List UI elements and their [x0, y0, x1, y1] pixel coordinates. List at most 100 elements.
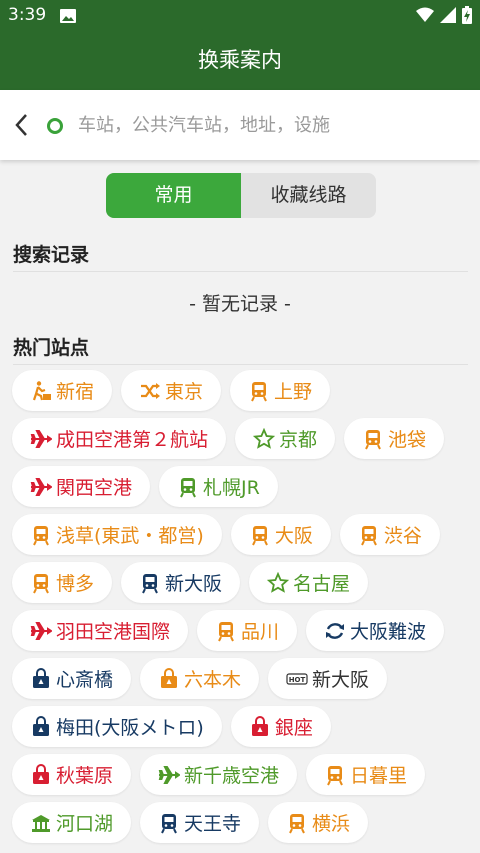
- station-chip-label: 河口湖: [56, 813, 114, 835]
- station-chip[interactable]: 銀座: [230, 706, 331, 747]
- train-icon: [358, 524, 380, 546]
- tab-common[interactable]: 常用: [106, 173, 241, 218]
- station-chip[interactable]: 成田空港第２航站: [12, 418, 227, 459]
- station-chip[interactable]: 大阪難波: [306, 610, 445, 651]
- station-chip[interactable]: 日暮里: [306, 754, 426, 795]
- tab-favorite-routes[interactable]: 收藏线路: [241, 173, 376, 218]
- station-chip-label: 大阪: [274, 525, 313, 547]
- shopping-bag-icon: [158, 667, 180, 690]
- shuffle-icon: [139, 380, 161, 402]
- station-chip-label: 渋谷: [383, 525, 422, 547]
- station-chip[interactable]: 博多: [12, 562, 113, 603]
- station-chip[interactable]: 河口湖: [12, 802, 132, 843]
- station-chip[interactable]: 浅草(東武・都営): [12, 514, 222, 555]
- image-notification-icon: [60, 8, 76, 27]
- airplane-icon: [30, 620, 52, 642]
- train-icon: [30, 524, 52, 546]
- train-icon: [362, 428, 384, 450]
- station-chip[interactable]: 池袋: [344, 418, 445, 459]
- station-chip-label: 名古屋: [293, 573, 351, 595]
- train-icon: [139, 572, 161, 594]
- station-chip[interactable]: 六本木: [140, 658, 260, 699]
- back-arrow-icon[interactable]: [12, 112, 32, 142]
- station-chip[interactable]: 天王寺: [140, 802, 260, 843]
- train-icon: [30, 572, 52, 594]
- station-chip-label: 日暮里: [350, 765, 408, 787]
- svg-text:HOT: HOT: [289, 676, 306, 684]
- station-chip[interactable]: 大阪: [230, 514, 331, 555]
- wifi-icon: [416, 7, 434, 27]
- tab-switcher: 常用 收藏线路: [106, 173, 376, 218]
- station-chip[interactable]: 品川: [197, 610, 298, 651]
- signal-icon: [440, 7, 456, 27]
- status-time: 3:39: [8, 5, 47, 25]
- airplane-icon: [30, 476, 52, 498]
- station-chip-label: 浅草(東武・都営): [56, 525, 204, 547]
- station-chip-label: 六本木: [184, 669, 242, 691]
- airplane-icon: [30, 428, 52, 450]
- train-icon: [215, 620, 237, 642]
- station-chip-label: 池袋: [388, 429, 427, 451]
- station-chip-label: 上野: [274, 381, 313, 403]
- station-row: 新宿 東京 上野: [12, 370, 472, 411]
- station-chip[interactable]: 京都: [235, 418, 336, 459]
- station-row: 心斎橋 六本木 HOT 新大阪: [12, 658, 472, 699]
- station-row: 関西空港 札幌JR: [12, 466, 472, 507]
- station-chip-label: 秋葉原: [56, 765, 114, 787]
- station-chip-label: 銀座: [274, 717, 313, 739]
- temple-icon: [30, 812, 52, 834]
- station-row: 成田空港第２航站 京都 池袋: [12, 418, 472, 459]
- star-outline-icon: [267, 571, 290, 594]
- train-icon: [249, 524, 271, 546]
- refresh-icon: [324, 620, 346, 642]
- train-icon: [286, 812, 308, 834]
- shopping-bag-icon: [30, 667, 52, 690]
- station-chip[interactable]: 新千歳空港: [140, 754, 298, 795]
- station-chip[interactable]: 上野: [230, 370, 331, 411]
- station-chip-label: 羽田空港国際: [56, 621, 171, 643]
- train-icon: [158, 812, 180, 834]
- station-chip[interactable]: 心斎橋: [12, 658, 132, 699]
- station-chip[interactable]: 新大阪: [121, 562, 241, 603]
- station-row: 河口湖 天王寺 横浜: [12, 802, 472, 843]
- station-chip-label: 大阪難波: [350, 621, 427, 643]
- station-chip-label: 天王寺: [184, 813, 242, 835]
- shopping-bag-icon: [30, 715, 52, 738]
- divider: [13, 364, 468, 365]
- station-chip-label: 関西空港: [56, 477, 133, 499]
- airplane-icon: [158, 764, 181, 786]
- station-chip[interactable]: 東京: [121, 370, 222, 411]
- history-empty-text: - 暂无记录 -: [189, 293, 291, 315]
- station-chip-label: 新宿: [56, 381, 95, 403]
- station-chip[interactable]: 横浜: [268, 802, 369, 843]
- train-icon: [324, 764, 346, 786]
- station-search-input[interactable]: [78, 108, 468, 142]
- station-chip-label: 博多: [56, 573, 95, 595]
- status-bar: 3:39: [0, 0, 480, 30]
- station-chip[interactable]: 札幌JR: [159, 466, 278, 507]
- walking-person-icon: [30, 380, 52, 402]
- station-chip[interactable]: 梅田(大阪メトロ): [12, 706, 222, 747]
- train-icon: [177, 476, 199, 498]
- history-section-title: 搜索记录: [13, 244, 90, 266]
- station-chip-label: 新千歳空港: [184, 765, 280, 787]
- divider: [13, 271, 468, 272]
- shopping-bag-icon: [30, 763, 52, 786]
- train-icon: [248, 380, 270, 402]
- station-chip[interactable]: 新宿: [12, 370, 113, 411]
- hot-badge-icon: HOT: [286, 668, 308, 690]
- station-row: 梅田(大阪メトロ) 銀座: [12, 706, 472, 747]
- station-chip-label: 新大阪: [165, 573, 223, 595]
- station-chip[interactable]: 秋葉原: [12, 754, 132, 795]
- station-chip[interactable]: HOT 新大阪: [268, 658, 388, 699]
- station-row: 浅草(東武・都営) 大阪 渋谷: [12, 514, 472, 555]
- station-row: 博多 新大阪 名古屋: [12, 562, 472, 603]
- station-chip-label: 横浜: [312, 813, 351, 835]
- station-chip[interactable]: 関西空港: [12, 466, 151, 507]
- hot-stations-list: 新宿 東京 上野成田空港第２航站 京都 池袋関西空港 札幌JR 浅草(東武・都営) 大阪 渋谷博…: [12, 370, 472, 850]
- station-chip[interactable]: 渋谷: [339, 514, 440, 555]
- station-chip-label: 品川: [241, 621, 280, 643]
- station-chip[interactable]: 羽田空港国際: [12, 610, 189, 651]
- station-chip-label: 京都: [279, 429, 318, 451]
- station-chip[interactable]: 名古屋: [249, 562, 369, 603]
